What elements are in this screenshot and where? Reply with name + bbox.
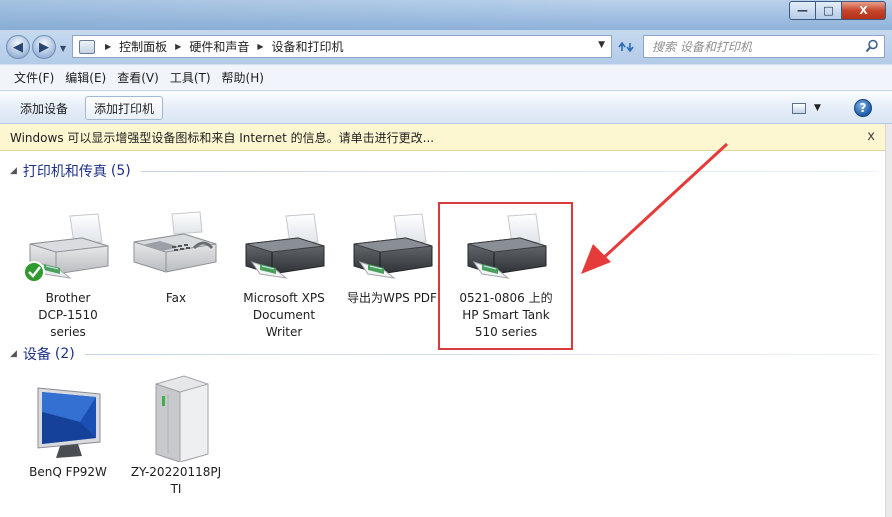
group-title: 设备: [22, 347, 51, 363]
view-icon: [792, 102, 806, 114]
device-label: Brother DCP-1510 series: [38, 291, 98, 339]
red-arrow-annotation: [581, 142, 729, 274]
info-bar-message[interactable]: Windows 可以显示增强型设备图标和来自 Internet 的信息。请单击进…: [10, 129, 434, 146]
search-input[interactable]: 搜索 设备和打印机: [643, 35, 885, 58]
change-view-button[interactable]: ▼: [792, 100, 826, 116]
collapse-arrow-icon[interactable]: ◢: [10, 349, 17, 359]
breadcrumb-control-panel[interactable]: 控制面板: [119, 38, 167, 55]
search-placeholder: 搜索 设备和打印机: [652, 40, 752, 54]
breadcrumb-separator-icon[interactable]: ▶: [105, 42, 111, 51]
device-item-benq-monitor[interactable]: BenQ FP92W: [18, 382, 118, 481]
title-bar-glass: [0, 0, 600, 30]
printer-icon: [236, 208, 332, 288]
minimize-button[interactable]: —: [789, 1, 816, 20]
monitor-icon: [20, 382, 116, 462]
refresh-icon: [618, 41, 634, 53]
help-button[interactable]: ?: [854, 99, 872, 117]
printer-item-brother[interactable]: Brother DCP-1510 series: [18, 208, 118, 341]
device-label: Microsoft XPS Document Writer: [243, 291, 325, 339]
navigation-bar: ◀ ▶ ▼ ▶ 控制面板 ▶ 硬件和声音 ▶ 设备和打印机 ▼ 搜索 设备和打印…: [0, 30, 892, 64]
back-arrow-icon: ◀: [13, 39, 23, 55]
highlight-box: [438, 202, 573, 350]
title-bar: — □ X: [0, 0, 892, 30]
group-header-printers[interactable]: ◢ 打印机和传真 (5): [10, 160, 878, 182]
device-item-computer[interactable]: ZY-20220118PJ TI: [126, 374, 226, 498]
forward-arrow-icon: ▶: [39, 39, 49, 55]
default-printer-check-icon: [24, 262, 44, 282]
address-bar[interactable]: ▶ 控制面板 ▶ 硬件和声音 ▶ 设备和打印机 ▼: [72, 35, 612, 58]
close-window-button[interactable]: X: [842, 1, 886, 20]
group-divider: [140, 170, 878, 172]
group-count: (2): [54, 346, 75, 362]
add-device-button[interactable]: 添加设备: [12, 96, 76, 120]
info-bar[interactable]: Windows 可以显示增强型设备图标和来自 Internet 的信息。请单击进…: [0, 124, 885, 151]
menu-file[interactable]: 文件(F): [14, 69, 54, 86]
group-header-devices[interactable]: ◢ 设备 (2): [10, 343, 878, 365]
search-icon[interactable]: [865, 39, 879, 53]
group-title: 打印机和传真: [22, 164, 107, 180]
menu-tools[interactable]: 工具(T): [170, 69, 211, 86]
menu-edit[interactable]: 编辑(E): [65, 69, 106, 86]
fax-icon: [128, 208, 224, 288]
device-label: Fax: [165, 291, 187, 305]
breadcrumb-separator-icon[interactable]: ▶: [175, 42, 181, 51]
collapse-arrow-icon[interactable]: ◢: [10, 166, 17, 176]
command-bar: 添加设备 添加打印机 ▼ ?: [0, 90, 892, 124]
caption-buttons: — □ X: [789, 1, 886, 20]
view-dropdown-icon[interactable]: ▼: [814, 103, 821, 113]
address-dropdown-icon[interactable]: ▼: [598, 40, 605, 50]
menu-bar: 文件(F) 编辑(E) 查看(V) 工具(T) 帮助(H): [0, 64, 892, 90]
printer-item-microsoft-xps[interactable]: Microsoft XPS Document Writer: [234, 208, 334, 341]
breadcrumb-hardware-sound[interactable]: 硬件和声音: [189, 38, 249, 55]
printer-item-fax[interactable]: Fax: [126, 208, 226, 307]
printer-icon: [20, 208, 116, 288]
device-label: 导出为WPS PDF: [347, 291, 437, 305]
maximize-button[interactable]: □: [816, 1, 842, 20]
device-label: BenQ FP92W: [29, 465, 107, 479]
menu-help[interactable]: 帮助(H): [222, 69, 264, 86]
vertical-scrollbar[interactable]: [885, 124, 892, 517]
recent-pages-dropdown[interactable]: ▼: [60, 44, 66, 53]
device-label: ZY-20220118PJ TI: [130, 465, 222, 496]
add-printer-button[interactable]: 添加打印机: [85, 96, 164, 120]
back-button[interactable]: ◀: [6, 35, 30, 59]
control-panel-icon: [79, 39, 95, 54]
menu-view[interactable]: 查看(V): [117, 69, 159, 86]
refresh-button[interactable]: [614, 36, 638, 58]
info-bar-close-button[interactable]: x: [867, 129, 875, 144]
breadcrumb-devices-printers[interactable]: 设备和打印机: [272, 38, 344, 55]
forward-button[interactable]: ▶: [32, 35, 56, 59]
printer-item-wps-pdf[interactable]: 导出为WPS PDF: [342, 208, 442, 307]
breadcrumb-separator-icon[interactable]: ▶: [257, 42, 263, 51]
group-divider: [84, 353, 878, 355]
computer-tower-icon: [128, 374, 224, 463]
printer-icon: [344, 208, 440, 288]
group-count: (5): [110, 163, 131, 179]
